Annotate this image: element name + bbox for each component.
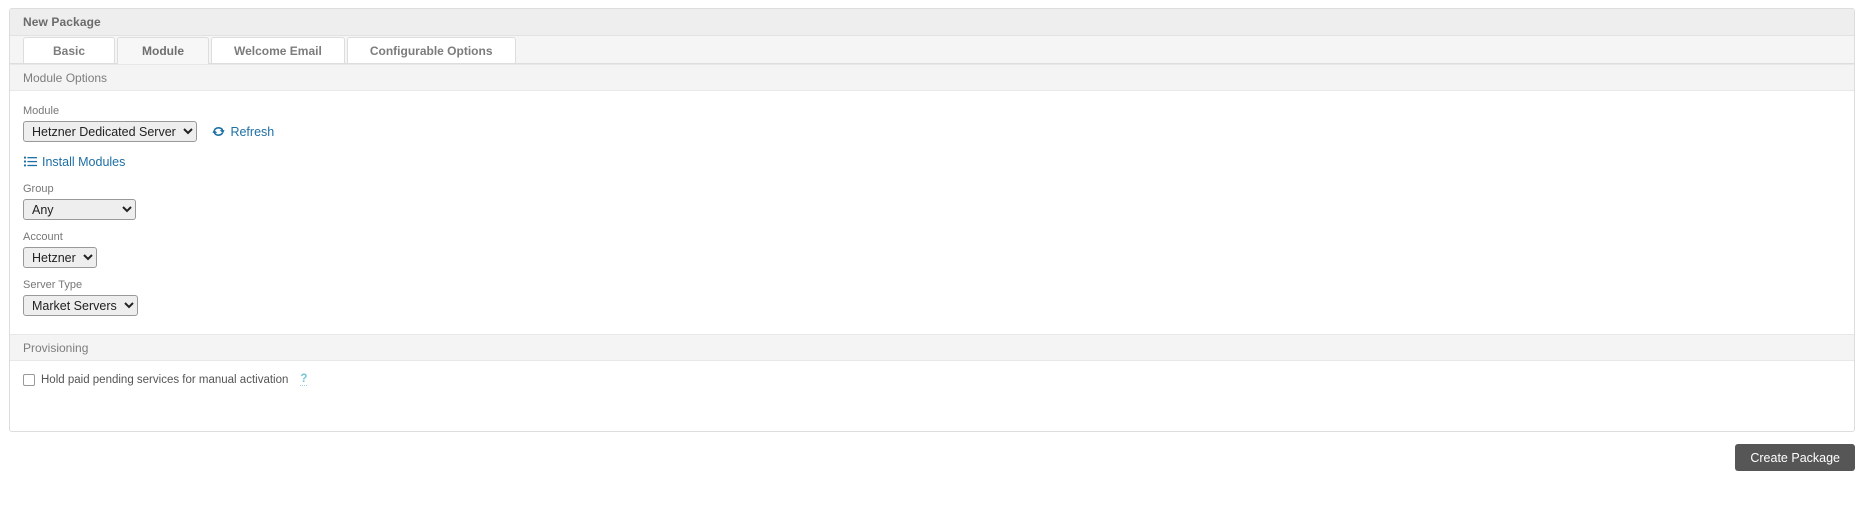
account-field: Account Hetzner bbox=[23, 231, 1841, 268]
page-root: New Package Basic Module Welcome Email C… bbox=[0, 0, 1864, 520]
list-ul-icon bbox=[24, 155, 37, 168]
server-type-field-label: Server Type bbox=[23, 279, 83, 291]
server-type-field: Server Type Market Servers bbox=[23, 279, 1841, 316]
install-modules-label: Install Modules bbox=[42, 154, 126, 169]
provisioning-title: Provisioning bbox=[23, 340, 89, 355]
tab-strip: Basic Module Welcome Email Configurable … bbox=[10, 36, 1854, 64]
module-options-section-header: Module Options bbox=[10, 64, 1854, 91]
hold-services-label[interactable]: Hold paid pending services for manual ac… bbox=[41, 374, 288, 386]
module-field-label: Module bbox=[23, 105, 60, 117]
server-type-select[interactable]: Market Servers bbox=[23, 295, 138, 316]
account-field-label: Account bbox=[23, 231, 63, 243]
account-select-wrap: Hetzner bbox=[23, 247, 97, 268]
server-type-select-wrap: Market Servers bbox=[23, 295, 138, 316]
module-field: Module Hetzner Dedicated Server Refresh bbox=[23, 105, 1841, 142]
tab-basic-label: Basic bbox=[52, 43, 86, 58]
refresh-link[interactable]: Refresh bbox=[212, 125, 274, 139]
module-options-body: Module Hetzner Dedicated Server Refresh … bbox=[10, 91, 1854, 334]
group-field-label: Group bbox=[23, 183, 54, 195]
hold-services-help-icon[interactable]: ? bbox=[300, 373, 308, 386]
module-options-title: Module Options bbox=[23, 70, 108, 85]
new-package-card: New Package Basic Module Welcome Email C… bbox=[9, 8, 1855, 432]
refresh-link-label: Refresh bbox=[230, 124, 275, 139]
card-header: New Package bbox=[10, 9, 1854, 36]
tab-welcome-email[interactable]: Welcome Email bbox=[211, 37, 345, 63]
provisioning-section-header: Provisioning bbox=[10, 334, 1854, 361]
hold-services-checkbox[interactable] bbox=[23, 373, 35, 386]
create-package-button[interactable]: Create Package bbox=[1735, 444, 1855, 471]
tab-welcome-email-label: Welcome Email bbox=[234, 43, 322, 58]
module-select[interactable]: Hetzner Dedicated Server bbox=[23, 121, 197, 142]
module-select-wrap: Hetzner Dedicated Server bbox=[23, 121, 197, 142]
group-select[interactable]: Any bbox=[23, 199, 136, 220]
tab-configurable-options-label: Configurable Options bbox=[369, 43, 493, 58]
refresh-icon bbox=[212, 125, 226, 138]
account-select[interactable]: Hetzner bbox=[23, 247, 97, 268]
tab-basic[interactable]: Basic bbox=[23, 37, 115, 63]
tab-configurable-options[interactable]: Configurable Options bbox=[346, 37, 516, 63]
hold-services-row: Hold paid pending services for manual ac… bbox=[23, 373, 1841, 386]
install-modules-link[interactable]: Install Modules bbox=[24, 155, 125, 169]
install-modules-row: Install Modules bbox=[24, 153, 1841, 171]
provisioning-body: Hold paid pending services for manual ac… bbox=[10, 361, 1854, 400]
tab-module-label: Module bbox=[142, 43, 184, 58]
group-select-wrap: Any bbox=[23, 199, 136, 220]
tab-module[interactable]: Module bbox=[117, 37, 209, 64]
page-title: New Package bbox=[23, 15, 101, 29]
card-body: Module Options Module Hetzner Dedicated … bbox=[10, 64, 1854, 400]
group-field: Group Any bbox=[23, 183, 1841, 220]
